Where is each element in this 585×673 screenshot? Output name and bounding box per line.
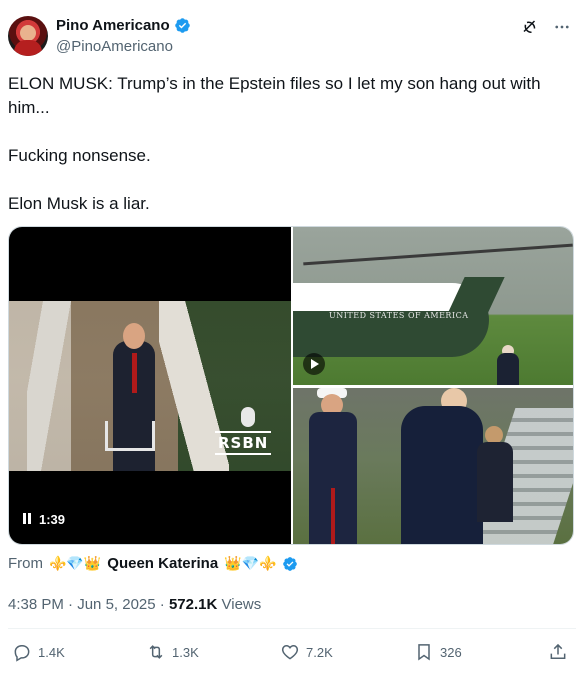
more-icon[interactable] [553,18,571,36]
like-count: 7.2K [306,644,333,660]
reply-button[interactable]: 1.4K [12,642,65,662]
action-bar: 1.4K 1.3K 7.2K 326 [0,640,585,670]
verified-badge-icon [174,18,190,33]
video-watermark: RSBN [215,431,272,455]
reply-count: 1.4K [38,644,65,660]
community-emoji-right: 👑💎⚜️ [224,555,277,571]
video-person-head [123,323,145,349]
grok-icon[interactable] [521,18,539,36]
video-player[interactable]: RSBN 1:39 [9,227,291,544]
video-frame: RSBN [9,301,291,471]
microphone-icon [241,407,255,427]
pause-icon [23,512,33,527]
repost-icon [149,645,163,659]
share-icon [550,643,566,659]
tweet-paragraph: Fucking nonsense. [8,146,151,165]
video-person-tie [132,353,137,393]
photo-boarding[interactable] [293,388,573,544]
reply-icon [14,645,30,662]
video-chair [105,421,155,451]
author-handle[interactable]: @PinoAmericano [56,38,173,55]
photo-man [401,406,483,544]
avatar-face [20,25,36,41]
author-display-name[interactable]: Pino Americano [56,17,170,34]
verified-badge-icon [283,556,298,571]
play-icon[interactable] [303,353,325,375]
tweet-date[interactable]: Jun 5, 2025 [77,596,155,613]
repost-count: 1.3K [172,644,199,660]
photo-boy [477,442,513,522]
from-label: From [8,555,43,572]
heart-icon [281,644,299,660]
media-grid: RSBN 1:39 UNITED STATES OF AMERICA [8,226,574,545]
community-attribution: From ⚜️💎👑 Queen Katerina 👑💎⚜️ [8,555,298,572]
marine-stripe [331,488,335,544]
community-emoji-left: ⚜️💎👑 [49,555,102,571]
author-name-row: Pino Americano [56,17,191,34]
video-duration: 1:39 [39,512,66,527]
video-timestamp[interactable]: 1:39 [23,512,65,527]
repost-button[interactable]: 1.3K [146,642,199,662]
meta-separator: · [68,596,74,613]
tweet-header: Pino Americano @PinoAmericano [8,14,577,58]
divider [8,628,576,629]
views-label: Views [221,596,262,613]
share-button[interactable] [548,642,568,662]
avatar-body [14,40,42,56]
avatar[interactable] [8,16,48,56]
bookmark-count: 326 [440,644,462,660]
photo-person [497,353,519,385]
views-count: 572.1K [168,596,218,613]
tweet-text: ELON MUSK: Trump’s in the Epstein files … [8,72,568,216]
helicopter-lettering: UNITED STATES OF AMERICA [329,311,469,320]
meta-separator: · [159,596,165,613]
tweet-paragraph: Elon Musk is a liar. [8,194,150,213]
helicopter-rotor [303,243,573,266]
video-tree-trunk [27,301,77,471]
bookmark-icon [418,644,430,661]
tweet-time[interactable]: 4:38 PM [8,596,64,613]
photo-helicopter[interactable]: UNITED STATES OF AMERICA [293,227,573,385]
tweet-paragraph: ELON MUSK: Trump’s in the Epstein files … [8,74,541,117]
tweet-meta: 4:38 PM · Jun 5, 2025 · 572.1K Views [8,596,261,613]
community-name[interactable]: Queen Katerina [107,555,218,572]
like-button[interactable]: 7.2K [280,642,333,662]
header-actions [521,18,571,36]
bookmark-button[interactable]: 326 [414,642,462,662]
